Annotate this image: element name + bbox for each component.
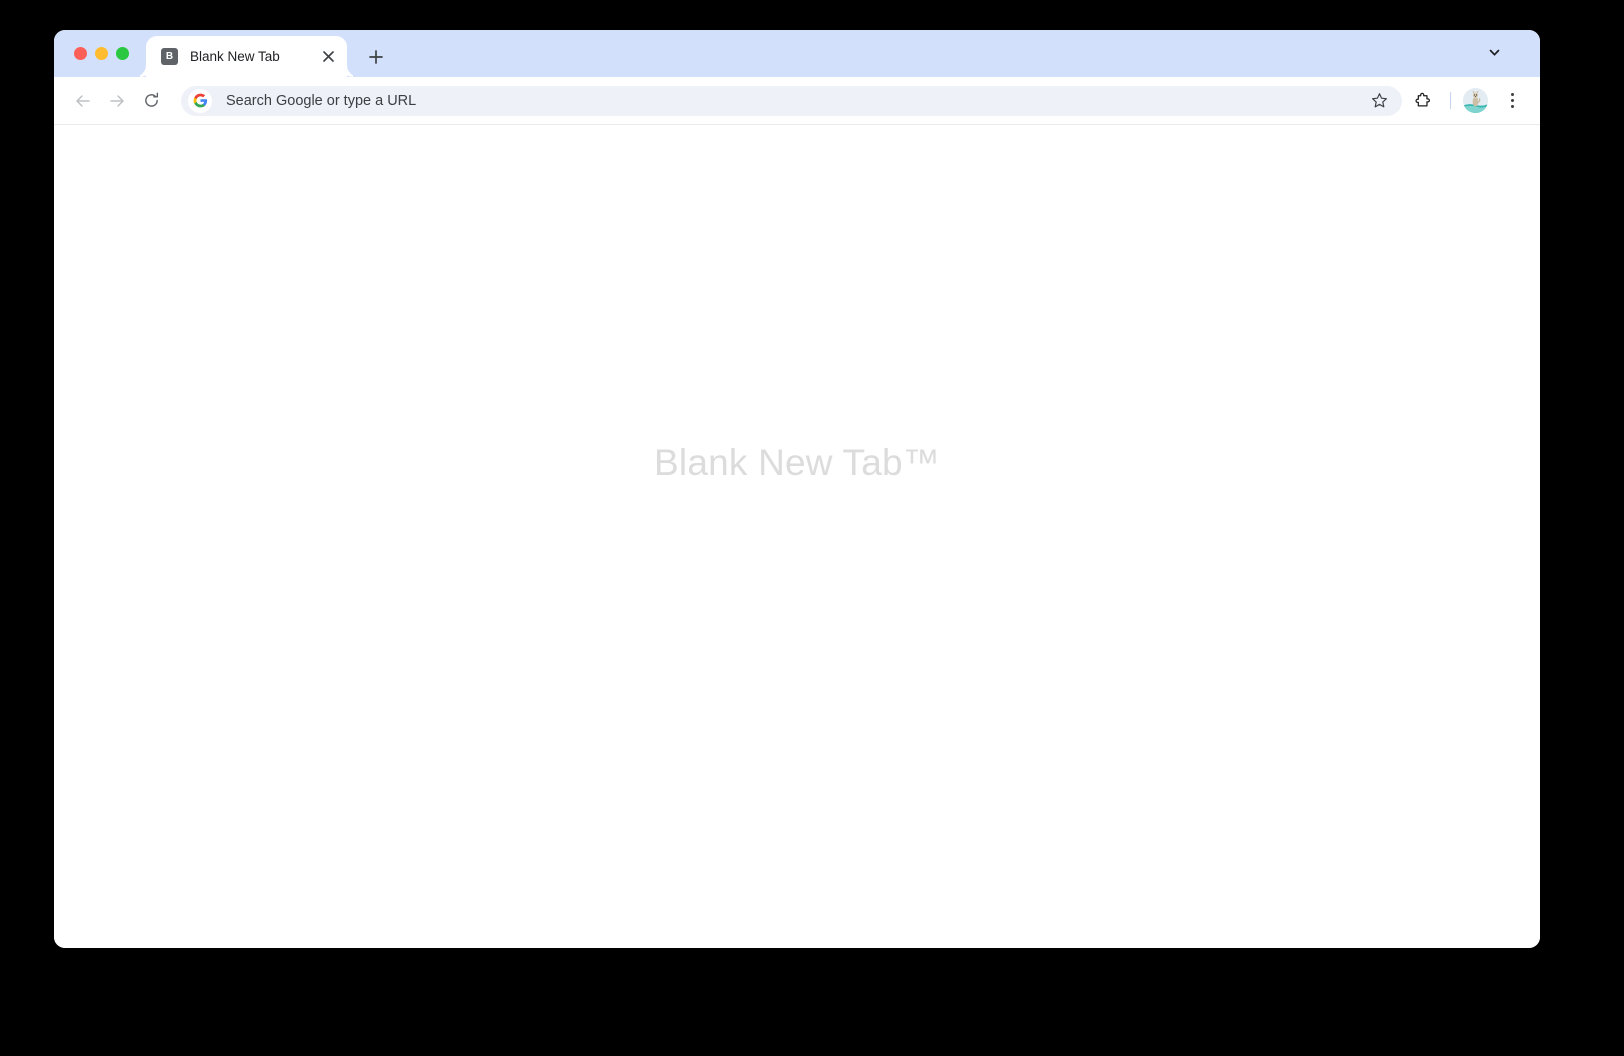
page-content-area: Blank New Tab™ xyxy=(54,125,1540,948)
tab-strip: B Blank New Tab xyxy=(54,30,1540,77)
star-icon[interactable] xyxy=(1364,86,1394,116)
menu-dot xyxy=(1510,105,1514,108)
tab-favicon-icon: B xyxy=(161,48,178,65)
plus-icon[interactable] xyxy=(361,42,391,72)
window-controls xyxy=(74,47,129,60)
tab-list: B Blank New Tab xyxy=(146,36,391,77)
chevron-down-icon[interactable] xyxy=(1480,38,1508,66)
window-close-button[interactable] xyxy=(74,47,87,60)
omnibox-placeholder: Search Google or type a URL xyxy=(226,92,417,109)
desktop-backdrop: B Blank New Tab Search Google or type a … xyxy=(0,0,1624,1056)
tab-blank-new-tab[interactable]: B Blank New Tab xyxy=(146,36,347,77)
browser-window: B Blank New Tab Search Google or type a … xyxy=(54,30,1540,948)
tab-title: Blank New Tab xyxy=(190,49,280,64)
menu-dot xyxy=(1510,93,1514,96)
browser-toolbar: Search Google or type a URL xyxy=(54,77,1540,125)
window-maximize-button[interactable] xyxy=(116,47,129,60)
arrow-left-icon[interactable] xyxy=(68,86,98,116)
three-dot-menu-icon[interactable] xyxy=(1498,86,1526,116)
avatar[interactable] xyxy=(1463,88,1488,113)
puzzle-piece-icon[interactable] xyxy=(1408,86,1438,116)
menu-dot xyxy=(1510,99,1514,102)
close-icon[interactable] xyxy=(317,46,339,68)
omnibox[interactable]: Search Google or type a URL xyxy=(181,85,1402,116)
google-g-icon xyxy=(188,88,212,113)
window-minimize-button[interactable] xyxy=(95,47,108,60)
page-watermark: Blank New Tab™ xyxy=(654,442,940,483)
reload-icon[interactable] xyxy=(136,86,166,116)
arrow-right-icon[interactable] xyxy=(102,86,132,116)
toolbar-divider xyxy=(1450,92,1451,109)
